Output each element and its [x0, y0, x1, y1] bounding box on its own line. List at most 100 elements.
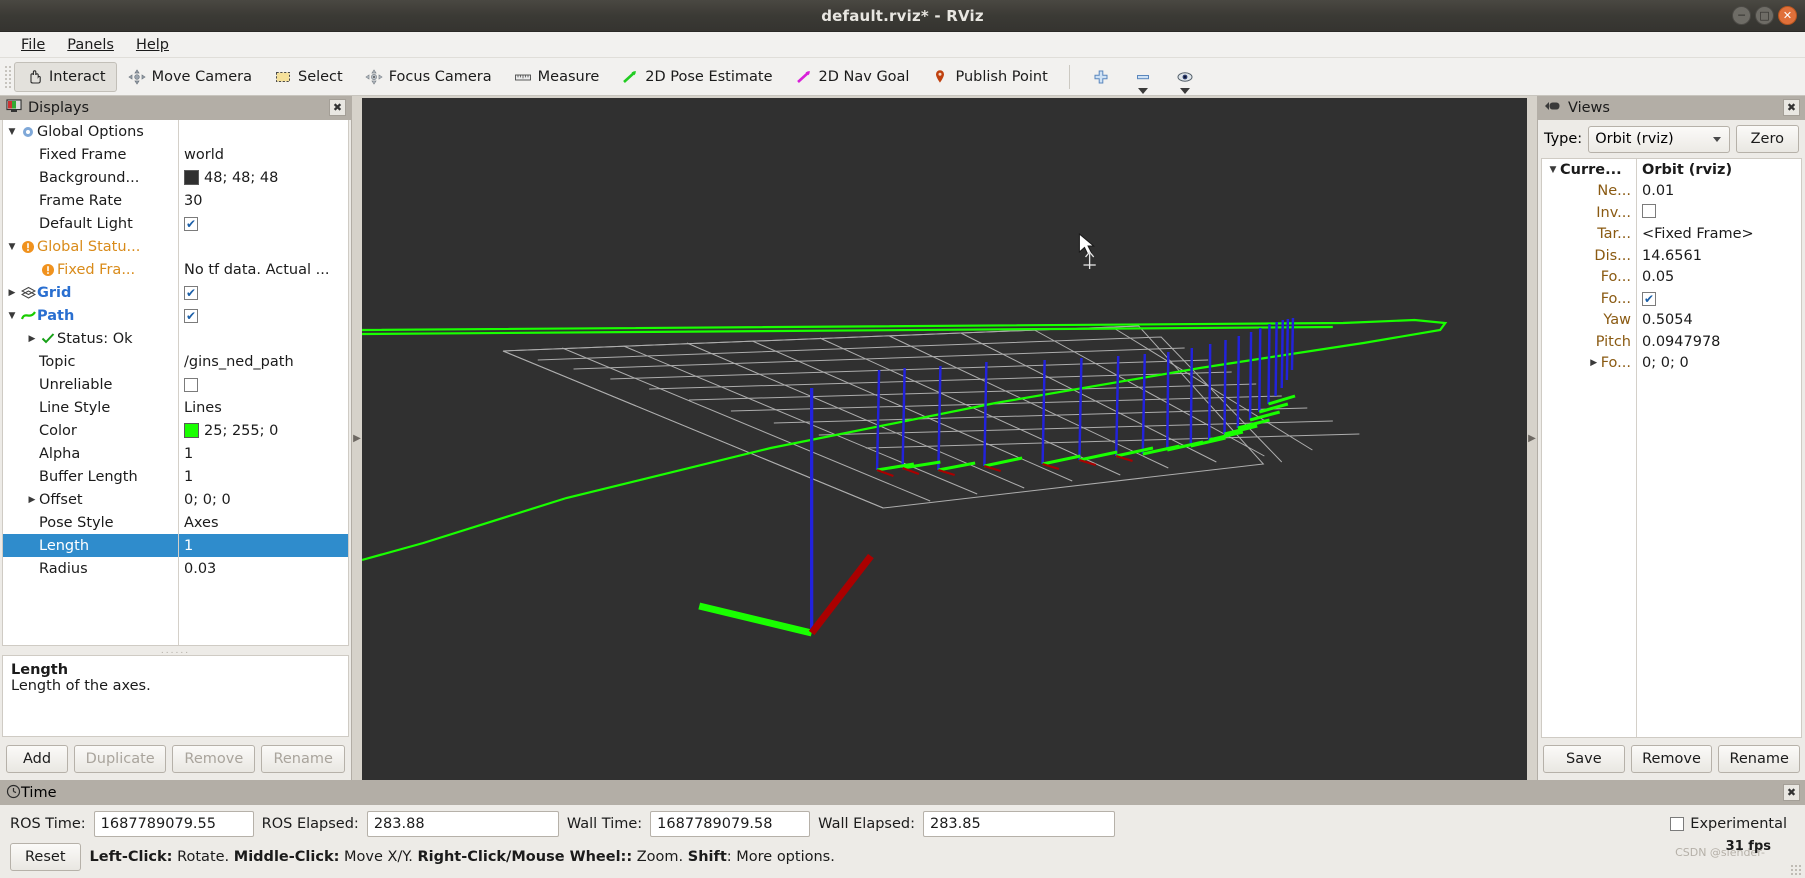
display-row-grid[interactable]: ▶ Grid ✔: [3, 281, 348, 304]
close-icon[interactable]: ✖: [1783, 99, 1800, 116]
views-tree[interactable]: ▼ Curre... Orbit (rviz) Ne... 0.01 Inv... Tar.…: [1541, 158, 1802, 738]
minimize-icon[interactable]: ─: [1732, 6, 1751, 25]
chevron-down-icon[interactable]: ▼: [1546, 165, 1560, 175]
display-row-value[interactable]: ✔: [178, 308, 348, 323]
views-row-value[interactable]: 0.0947978: [1636, 334, 1801, 350]
maximize-icon[interactable]: □: [1755, 6, 1774, 25]
display-row-pose-style[interactable]: Pose Style Axes: [3, 511, 348, 534]
views-column-splitter[interactable]: [1636, 159, 1637, 737]
views-row[interactable]: Inv...: [1542, 202, 1801, 224]
display-row-path[interactable]: ▼ Path ✔: [3, 304, 348, 327]
chevron-right-icon[interactable]: ▶: [25, 334, 39, 344]
close-icon[interactable]: ✖: [329, 99, 346, 116]
display-row-value[interactable]: [178, 377, 348, 392]
display-row-fixed-fra[interactable]: Fixed Fra... No tf data. Actual ...: [3, 258, 348, 281]
display-row-buffer-length[interactable]: Buffer Length 1: [3, 465, 348, 488]
experimental-toggle[interactable]: Experimental: [1670, 816, 1787, 832]
views-row[interactable]: Fo... ✔: [1542, 288, 1801, 310]
save-view-button[interactable]: Save: [1543, 745, 1625, 773]
display-row-value[interactable]: Axes: [178, 515, 348, 531]
display-row-topic[interactable]: Topic/gins_ned_path: [3, 350, 348, 373]
checkbox[interactable]: [184, 377, 198, 392]
display-row-value[interactable]: ✔: [178, 285, 348, 300]
display-row-value[interactable]: 48; 48; 48: [178, 170, 348, 186]
views-row[interactable]: Ne... 0.01: [1542, 181, 1801, 203]
checkbox[interactable]: ✔: [184, 285, 198, 300]
tool-2d-nav-goal[interactable]: 2D Nav Goal: [784, 62, 921, 92]
display-row-color[interactable]: Color 25; 255; 0: [3, 419, 348, 442]
close-icon[interactable]: ✖: [1783, 784, 1800, 801]
checkbox[interactable]: ✔: [184, 308, 198, 323]
display-row-status-ok[interactable]: ▶ Status: Ok: [3, 327, 348, 350]
display-row-global-options[interactable]: ▼ Global Options: [3, 120, 348, 143]
zero-view-button[interactable]: Zero: [1735, 125, 1799, 153]
reset-button[interactable]: Reset: [10, 843, 81, 871]
display-row-value[interactable]: /gins_ned_path: [178, 354, 348, 370]
wall-time-input[interactable]: 1687789079.58: [650, 811, 811, 837]
views-row[interactable]: Fo... 0.05: [1542, 267, 1801, 289]
views-row[interactable]: Tar... <Fixed Frame>: [1542, 224, 1801, 246]
display-row-value[interactable]: world: [178, 147, 348, 163]
color-swatch[interactable]: [184, 423, 199, 438]
menu-help[interactable]: Help: [125, 35, 180, 55]
display-row-global-statu[interactable]: ▼ Global Statu...: [3, 235, 348, 258]
remove-display-button[interactable]: Remove: [172, 745, 256, 773]
menu-panels[interactable]: Panels: [56, 35, 125, 55]
tool-interact[interactable]: Interact: [14, 61, 117, 92]
rename-display-button[interactable]: Rename: [261, 745, 345, 773]
display-row-frame-rate[interactable]: Frame Rate 30: [3, 189, 348, 212]
views-row-value[interactable]: 0.05: [1636, 269, 1801, 285]
toolbar-grip[interactable]: [4, 64, 12, 89]
checkbox[interactable]: [1642, 203, 1656, 218]
views-row[interactable]: ▼ Curre... Orbit (rviz): [1542, 159, 1801, 181]
tool-measure[interactable]: Measure: [503, 62, 611, 92]
display-row-value[interactable]: Lines: [178, 400, 348, 416]
chevron-down-icon[interactable]: ▼: [5, 127, 19, 137]
display-row-value[interactable]: 30: [178, 193, 348, 209]
display-row-value[interactable]: 25; 255; 0: [178, 423, 348, 439]
render-viewport-3d[interactable]: [362, 98, 1527, 780]
display-row-length[interactable]: Length 1: [3, 534, 348, 557]
tree-column-splitter[interactable]: [178, 120, 179, 645]
display-row-value[interactable]: 1: [178, 446, 348, 462]
experimental-checkbox[interactable]: [1670, 817, 1685, 831]
chevron-down-icon[interactable]: ▼: [5, 311, 19, 321]
checkbox[interactable]: ✔: [184, 216, 198, 231]
display-row-value[interactable]: 0.03: [178, 561, 348, 577]
tool-move-camera[interactable]: Move Camera: [117, 62, 263, 92]
display-row-background[interactable]: Background... 48; 48; 48: [3, 166, 348, 189]
tool-select[interactable]: Select: [263, 62, 354, 92]
display-row-radius[interactable]: Radius 0.03: [3, 557, 348, 580]
views-row[interactable]: ▶ Fo... 0; 0; 0: [1542, 353, 1801, 375]
views-row-value[interactable]: 14.6561: [1636, 248, 1801, 264]
views-row[interactable]: Pitch 0.0947978: [1542, 331, 1801, 353]
add-display-button[interactable]: Add: [6, 745, 68, 773]
tool-2d-pose-estimate[interactable]: 2D Pose Estimate: [610, 62, 783, 92]
rename-view-button[interactable]: Rename: [1718, 745, 1801, 773]
views-row[interactable]: Yaw 0.5054: [1542, 310, 1801, 332]
display-row-value[interactable]: ✔: [178, 216, 348, 231]
display-row-offset[interactable]: ▶ Offset 0; 0; 0: [3, 488, 348, 511]
tool-visibility[interactable]: [1164, 62, 1206, 94]
chevron-down-icon[interactable]: [1137, 87, 1148, 94]
views-row-value[interactable]: 0; 0; 0: [1636, 355, 1801, 371]
ros-time-input[interactable]: 1687789079.55: [93, 811, 254, 837]
menu-file[interactable]: File: [10, 35, 56, 55]
right-splitter-handle[interactable]: ▶: [1527, 96, 1537, 780]
display-row-alpha[interactable]: Alpha 1: [3, 442, 348, 465]
views-row-value[interactable]: 0.5054: [1636, 312, 1801, 328]
tool-add-panel[interactable]: [1080, 62, 1122, 92]
chevron-right-icon[interactable]: ▶: [1587, 358, 1601, 368]
chevron-down-icon[interactable]: ▼: [5, 242, 19, 252]
displays-splitter[interactable]: ......: [0, 646, 351, 656]
checkbox[interactable]: ✔: [1642, 291, 1656, 306]
tool-remove-panel[interactable]: [1122, 62, 1164, 94]
chevron-right-icon[interactable]: ▶: [25, 495, 39, 505]
views-row-value[interactable]: 0.01: [1636, 183, 1801, 199]
display-row-default-light[interactable]: Default Light ✔: [3, 212, 348, 235]
display-row-fixed-frame[interactable]: Fixed Frame world: [3, 143, 348, 166]
views-row[interactable]: Dis... 14.6561: [1542, 245, 1801, 267]
wall-elapsed-input[interactable]: 283.85: [922, 811, 1115, 837]
tool-focus-camera[interactable]: Focus Camera: [354, 62, 503, 92]
chevron-down-icon[interactable]: [1179, 87, 1190, 94]
